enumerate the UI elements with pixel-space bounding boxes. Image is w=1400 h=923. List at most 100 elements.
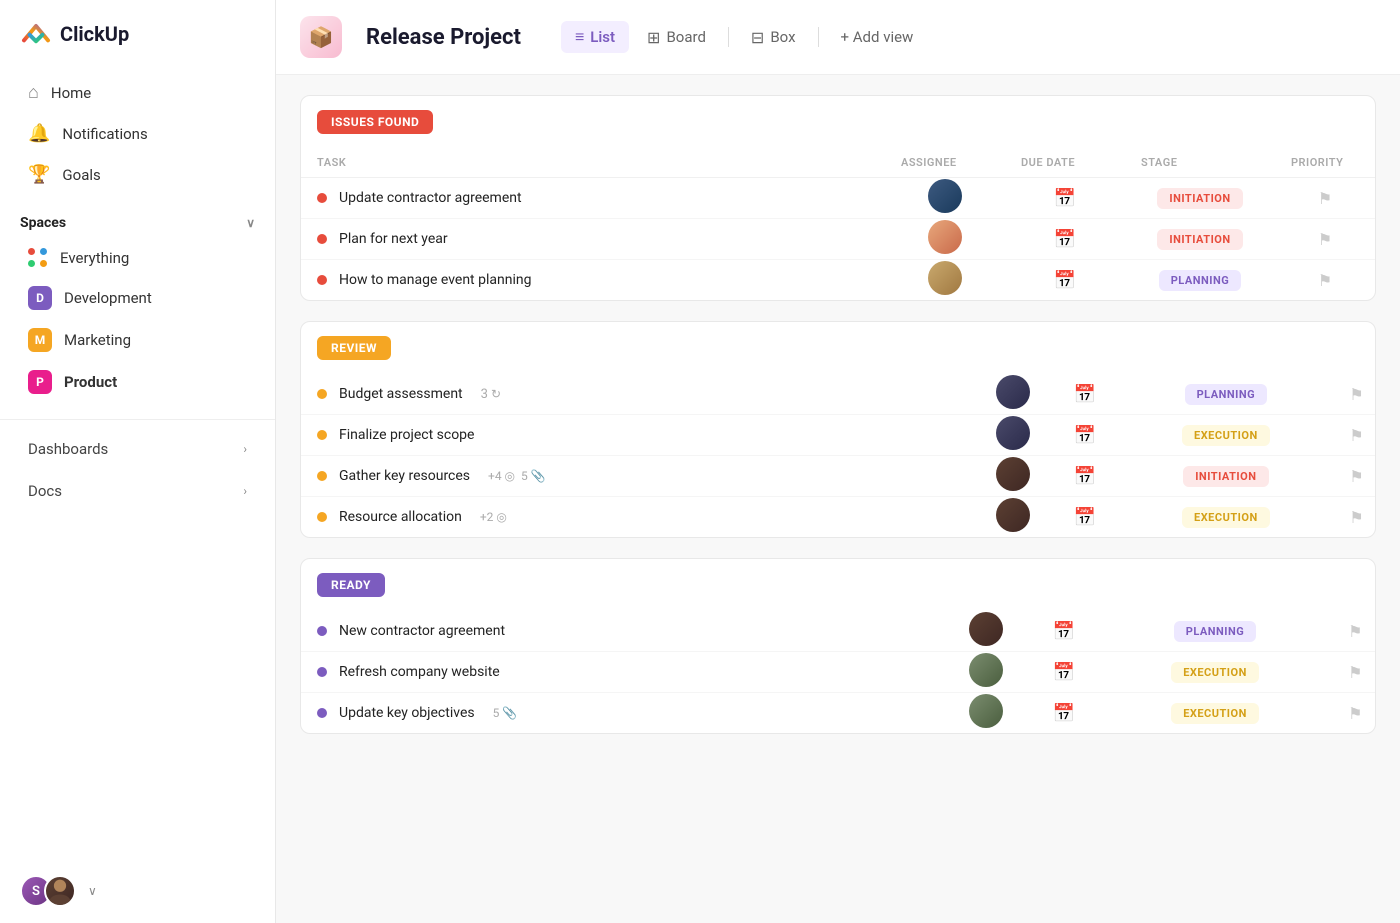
group-review-label: REVIEW [317,336,391,360]
goals-label: Goals [62,166,100,184]
sidebar-item-notifications[interactable]: 🔔 Notifications [8,113,267,154]
main-header: 📦 Release Project ≡ List ⊞ Board ⊟ Box +… [276,0,1400,75]
table-row[interactable]: Budget assessment 3 ↻ 📅 [301,374,1375,415]
task-meta: +4 ◎ 5 📎 [488,469,546,483]
avatar [969,694,1003,728]
flag-icon: ⚑ [1318,230,1332,249]
group-ready-label: READY [317,573,385,597]
stage-badge: PLANNING [1185,384,1268,405]
main-content: 📦 Release Project ≡ List ⊞ Board ⊟ Box +… [276,0,1400,923]
project-icon: 📦 [300,16,342,58]
table-row[interactable]: How to manage event planning 📅 PLANNING … [301,260,1375,301]
task-name: Update key objectives [339,705,475,721]
stage-badge: PLANNING [1159,270,1242,291]
logo-text: ClickUp [60,22,129,46]
sidebar-item-development[interactable]: D Development [8,277,267,319]
tab-board[interactable]: ⊞ Board [633,22,720,53]
group-review-header: REVIEW [301,322,1375,374]
dashboards-label: Dashboards [28,440,108,458]
group-ready-header: READY [301,559,1375,611]
sidebar-item-product[interactable]: P Product [8,361,267,403]
dashboards-chevron-icon: › [243,442,247,456]
tab-box[interactable]: ⊟ Box [737,22,810,53]
footer-chevron-icon[interactable]: ∨ [88,884,97,898]
view-divider [728,27,729,47]
col-assignee: ASSIGNEE [885,148,1005,178]
table-row[interactable]: Plan for next year 📅 INITIATION ⚑ [301,219,1375,260]
avatar-user-2 [44,875,76,907]
col-duedate: DUE DATE [1005,148,1125,178]
task-dot [317,708,327,718]
flag-icon: ⚑ [1349,508,1363,527]
task-name: Resource allocation [339,509,462,525]
notifications-label: Notifications [62,125,147,143]
table-row[interactable]: Update key objectives 5 📎 📅 EXECUTION ⚑ [301,693,1375,734]
list-tab-label: List [590,28,615,46]
flag-icon: ⚑ [1348,622,1362,641]
col-task: TASK [301,148,885,178]
view-divider-2 [818,27,819,47]
table-row[interactable]: Resource allocation +2 ◎ 📅 EXECUTION ⚑ [301,497,1375,538]
list-tab-icon: ≡ [575,27,584,47]
calendar-icon: 📅 [1074,507,1096,528]
group-issues-label: ISSUES FOUND [317,110,433,134]
add-view-button[interactable]: + Add view [827,22,928,52]
calendar-icon: 📅 [1054,188,1076,209]
stage-badge: EXECUTION [1182,425,1270,446]
home-icon: ⌂ [28,82,39,103]
avatar [928,261,962,295]
sidebar-item-dashboards[interactable]: Dashboards › [8,428,267,470]
everything-label: Everything [60,249,129,267]
board-tab-icon: ⊞ [647,28,660,47]
sidebar-item-home[interactable]: ⌂ Home [8,72,267,113]
avatar [969,612,1003,646]
avatar [996,498,1030,532]
table-row[interactable]: Finalize project scope 📅 EXECUTION ⚑ [301,415,1375,456]
calendar-icon: 📅 [1052,621,1074,642]
calendar-icon: 📅 [1052,703,1074,724]
table-row[interactable]: Refresh company website 📅 EXECUTION ⚑ [301,652,1375,693]
flag-icon: ⚑ [1348,663,1362,682]
sidebar: ClickUp ⌂ Home 🔔 Notifications 🏆 Goals S… [0,0,276,923]
task-name: New contractor agreement [339,623,505,639]
task-name: Budget assessment [339,386,463,402]
user-face-icon [46,875,74,907]
stage-badge: EXECUTION [1171,662,1259,683]
table-row[interactable]: New contractor agreement 📅 PLANNING ⚑ [301,611,1375,652]
spaces-label: Spaces [20,215,66,231]
task-dot [317,667,327,677]
task-meta: 3 ↻ [481,387,501,402]
tab-list[interactable]: ≡ List [561,21,629,53]
stage-badge: EXECUTION [1182,507,1270,528]
task-name: Plan for next year [339,231,448,247]
task-dot [317,275,327,285]
calendar-icon: 📅 [1074,384,1096,405]
task-dot [317,512,327,522]
table-row[interactable]: Gather key resources +4 ◎ 5 📎 📅 INITIATI… [301,456,1375,497]
task-name: Refresh company website [339,664,500,680]
sidebar-item-docs[interactable]: Docs › [8,470,267,512]
task-meta: +2 ◎ [480,510,507,524]
sidebar-item-marketing[interactable]: M Marketing [8,319,267,361]
board-tab-label: Board [666,28,705,46]
subtask-count: 3 ↻ [481,387,501,402]
stage-badge: PLANNING [1174,621,1257,642]
flag-icon: ⚑ [1349,467,1363,486]
spaces-chevron-icon[interactable]: ∨ [246,216,255,230]
user-avatars[interactable]: S [20,875,76,907]
bell-icon: 🔔 [28,123,50,144]
sidebar-item-goals[interactable]: 🏆 Goals [8,154,267,195]
task-dot [317,193,327,203]
avatar [969,653,1003,687]
review-table: Budget assessment 3 ↻ 📅 [301,374,1375,537]
flag-icon: ⚑ [1349,426,1363,445]
stage-badge: INITIATION [1183,466,1268,487]
everything-icon [28,248,48,268]
task-meta: 5 📎 [493,706,518,720]
avatar [996,416,1030,450]
issues-table: TASK ASSIGNEE DUE DATE STAGE PRIORITY Up… [301,148,1375,300]
sidebar-item-everything[interactable]: Everything [8,239,267,277]
avatar [928,220,962,254]
table-row[interactable]: Update contractor agreement 📅 INITIATION… [301,178,1375,219]
task-name: Gather key resources [339,468,470,484]
